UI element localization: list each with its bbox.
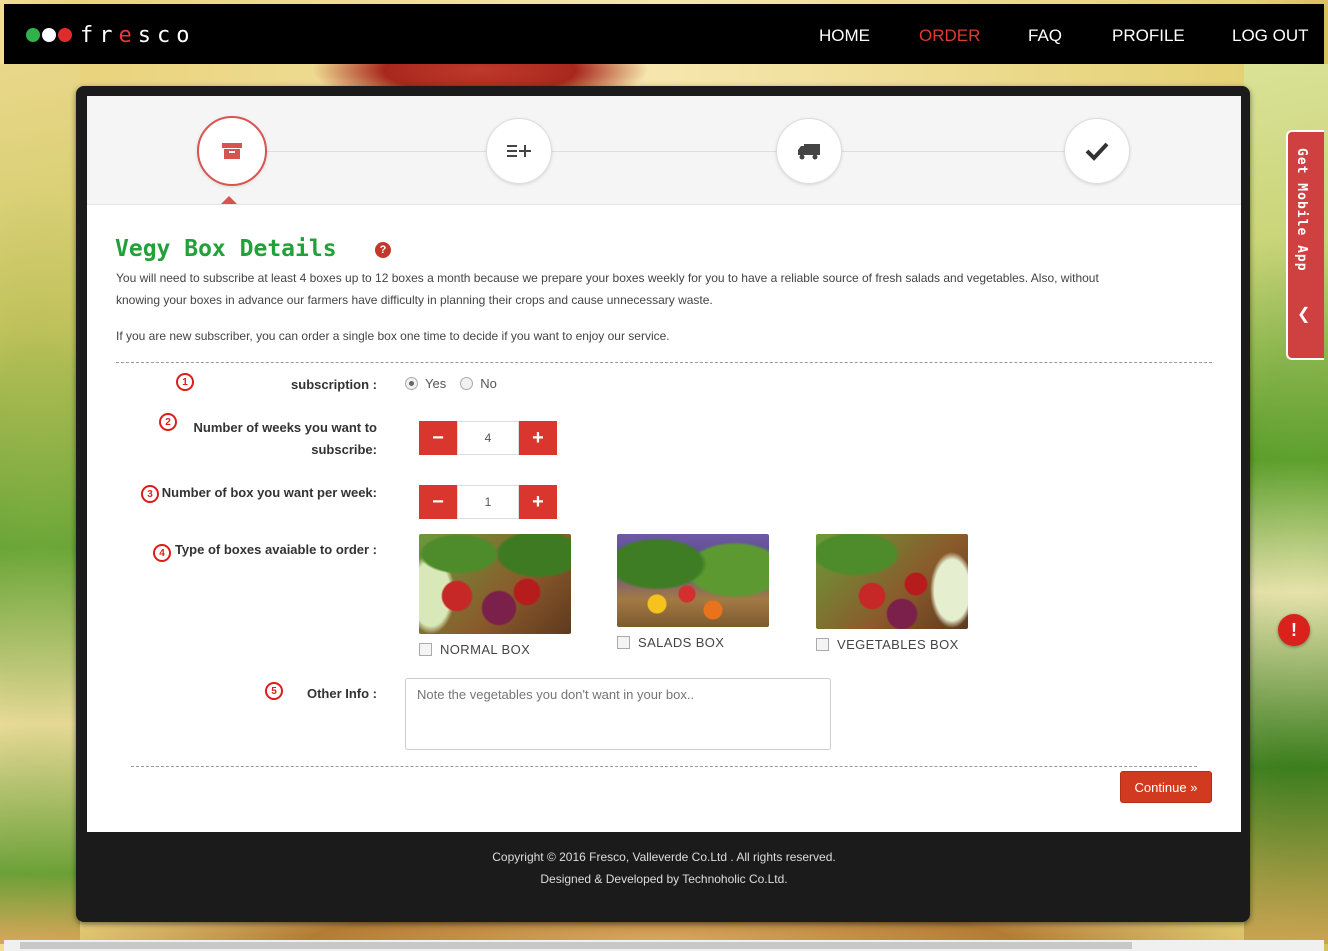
logo-dot-white: [42, 28, 56, 42]
weeks-label-line-1: Number of weeks you want to: [193, 420, 377, 435]
logo-dot-green: [26, 28, 40, 42]
page-footer: Copyright © 2016 Fresco, Valleverde Co.L…: [87, 832, 1241, 912]
normal-box-image: [419, 534, 571, 634]
weeks-label-line-2: subscribe:: [311, 442, 377, 457]
nav-faq[interactable]: FAQ: [1028, 26, 1062, 46]
brand-logo[interactable]: fresco: [26, 22, 196, 48]
step-options[interactable]: [486, 118, 552, 184]
nav-home[interactable]: HOME: [819, 26, 870, 46]
nav-logout[interactable]: LOG OUT: [1232, 26, 1309, 46]
description-line-3: If you are new subscriber, you can order…: [116, 329, 670, 343]
vegetables-box-checkbox-row[interactable]: VEGETABLES BOX: [816, 637, 968, 652]
footer-copyright: Copyright © 2016 Fresco, Valleverde Co.L…: [492, 850, 836, 864]
background-left-vegetables: [0, 64, 80, 944]
list-add-icon: [507, 145, 531, 157]
nav-order[interactable]: ORDER: [919, 26, 980, 46]
step-box-details[interactable]: [197, 116, 267, 186]
box-per-week-label: Number of box you want per week:: [161, 485, 377, 500]
other-info-label: Other Info :: [306, 686, 377, 701]
subscription-no-label: No: [480, 376, 497, 391]
weeks-increment-button[interactable]: +: [519, 421, 557, 455]
subscription-label: subscription :: [291, 377, 377, 392]
nav-profile[interactable]: PROFILE: [1112, 26, 1185, 46]
footer-credits: Designed & Developed by Technoholic Co.L…: [540, 872, 788, 886]
section-title: Vegy Box Details: [115, 236, 337, 262]
box-per-week-stepper: − +: [419, 485, 557, 519]
annotation-marker-2: 2: [159, 413, 177, 431]
salads-box-image: [617, 534, 769, 627]
weeks-stepper: − +: [419, 421, 557, 455]
salads-box-checkbox[interactable]: [617, 636, 630, 649]
scrollbar-thumb[interactable]: [20, 942, 1132, 949]
order-card: Vegy Box Details ? You will need to subs…: [87, 96, 1241, 832]
normal-box-label: NORMAL BOX: [440, 642, 531, 657]
box-types-label: Type of boxes avaiable to order :: [174, 542, 377, 557]
top-navbar: fresco HOME ORDER FAQ PROFILE LOG OUT: [4, 4, 1324, 64]
logo-dot-red: [58, 28, 72, 42]
chevron-left-icon: ❮: [1297, 306, 1311, 323]
salads-box-label: SALADS BOX: [638, 635, 725, 650]
horizontal-scrollbar[interactable]: [4, 940, 1324, 951]
archive-box-icon: [222, 143, 242, 159]
steps-connector: [230, 151, 1098, 152]
annotation-marker-1: 1: [176, 373, 194, 391]
subscription-radio-group: Yes No: [405, 376, 497, 391]
normal-box-checkbox-row[interactable]: NORMAL BOX: [419, 642, 571, 657]
brand-name: fresco: [80, 22, 196, 48]
weeks-label: Number of weeks you want to subscribe:: [177, 417, 377, 461]
subscription-yes-label: Yes: [425, 376, 447, 391]
continue-button[interactable]: Continue »: [1120, 771, 1212, 803]
divider-bottom: [131, 766, 1197, 767]
other-info-textarea[interactable]: [405, 678, 831, 750]
box-per-week-input[interactable]: [457, 485, 519, 519]
exclamation-icon[interactable]: !: [1278, 614, 1310, 646]
description-line-2: knowing your boxes in advance our farmer…: [116, 293, 713, 307]
box-option-vegetables[interactable]: VEGETABLES BOX: [816, 534, 968, 652]
subscription-yes-radio[interactable]: [405, 377, 418, 390]
truck-icon: [798, 144, 820, 160]
subscription-no-radio[interactable]: [460, 377, 474, 390]
box-decrement-button[interactable]: −: [419, 485, 457, 519]
get-mobile-app-label: Get Mobile App: [1294, 148, 1309, 272]
box-option-normal[interactable]: NORMAL BOX: [419, 534, 571, 657]
question-circle-icon[interactable]: ?: [375, 242, 391, 258]
get-mobile-app-tab[interactable]: Get Mobile App ❮: [1286, 130, 1324, 360]
box-increment-button[interactable]: +: [519, 485, 557, 519]
normal-box-checkbox[interactable]: [419, 643, 432, 656]
active-step-caret: [221, 196, 237, 204]
vegetables-box-image: [816, 534, 968, 629]
salads-box-checkbox-row[interactable]: SALADS BOX: [617, 635, 769, 650]
progress-steps: [87, 96, 1241, 205]
vegetables-box-checkbox[interactable]: [816, 638, 829, 651]
weeks-decrement-button[interactable]: −: [419, 421, 457, 455]
vegetables-box-label: VEGETABLES BOX: [837, 637, 959, 652]
weeks-input[interactable]: [457, 421, 519, 455]
step-confirm[interactable]: [1064, 118, 1130, 184]
description-line-1: You will need to subscribe at least 4 bo…: [116, 271, 1099, 285]
box-option-salads[interactable]: SALADS BOX: [617, 534, 769, 650]
checkmark-icon: [1085, 142, 1109, 161]
divider-top: [116, 362, 1212, 363]
step-delivery[interactable]: [776, 118, 842, 184]
